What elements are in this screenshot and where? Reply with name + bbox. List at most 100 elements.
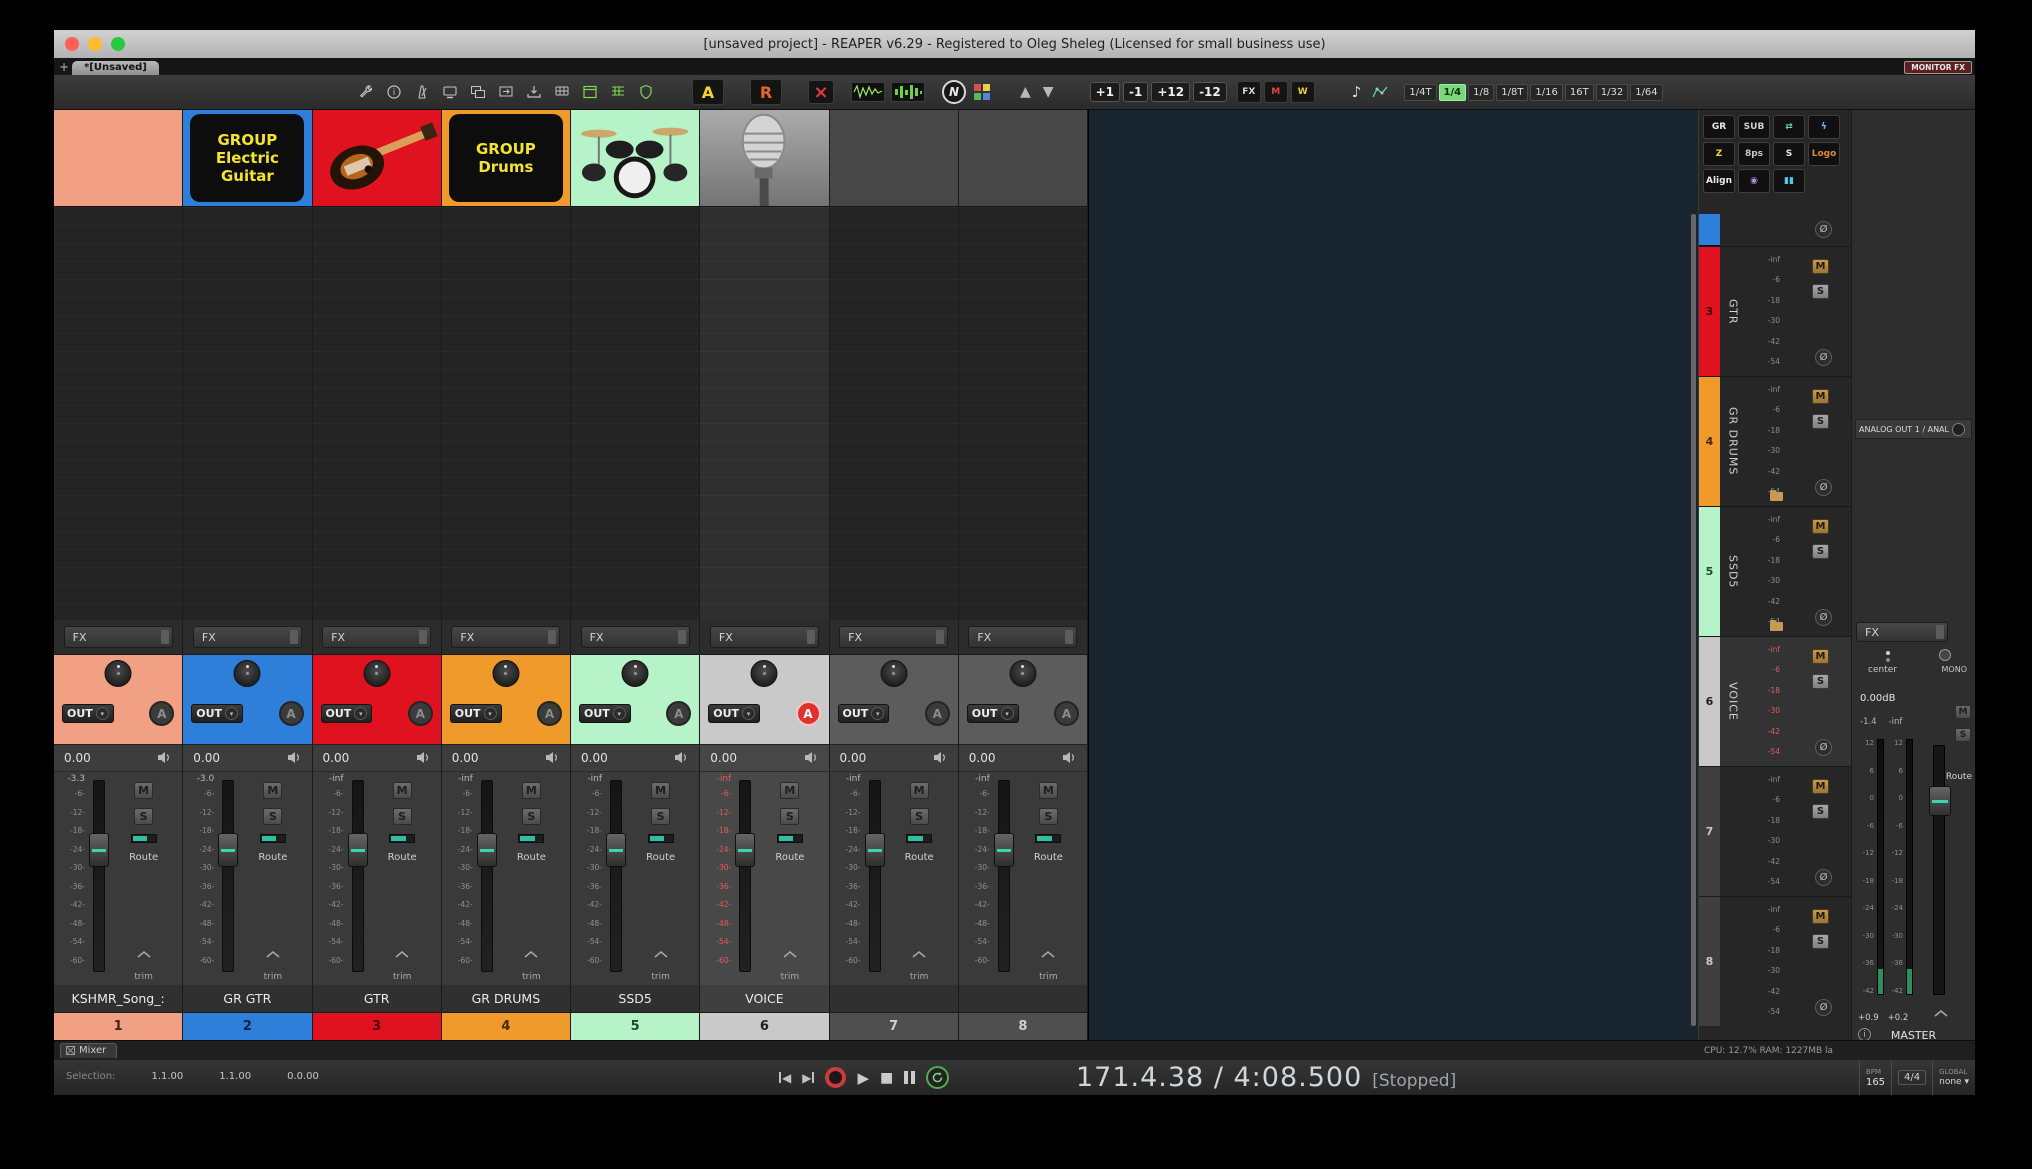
track-color-strip[interactable]: 8 [1699, 897, 1720, 1026]
track-lane-area[interactable] [313, 207, 441, 620]
screenset-icon[interactable] [494, 80, 518, 104]
mute-button[interactable]: M [910, 782, 929, 799]
fx-grip[interactable] [678, 630, 686, 644]
solo-button[interactable]: S [1812, 934, 1829, 949]
record-arm-button[interactable]: A [537, 701, 562, 726]
trim-knob[interactable] [653, 944, 669, 963]
arrange-view[interactable] [1088, 110, 1698, 1040]
fx-button[interactable]: FX [451, 626, 560, 648]
mute-button[interactable]: M [393, 782, 412, 799]
track-number[interactable]: 2 [183, 1013, 311, 1040]
minimize-button[interactable] [88, 37, 102, 51]
grid-division-16T[interactable]: 16T [1565, 84, 1594, 101]
record-arm-button[interactable]: A [796, 701, 821, 726]
master-fader[interactable] [1933, 745, 1945, 995]
volume-readout[interactable]: 0.00 [581, 751, 608, 765]
route-button[interactable]: Route [646, 852, 675, 863]
track-color-strip[interactable]: 3 [1699, 247, 1720, 376]
stop-button[interactable]: ■ [880, 1070, 893, 1086]
volume-readout[interactable]: 0.00 [64, 751, 91, 765]
grid-division-1/64[interactable]: 1/64 [1630, 84, 1662, 101]
fx-grip[interactable] [419, 630, 427, 644]
track-icon[interactable] [313, 110, 441, 207]
pan-knob[interactable] [622, 660, 649, 687]
solo-button[interactable]: S [780, 808, 799, 825]
nudge-button--12[interactable]: -12 [1193, 82, 1227, 102]
fader-handle[interactable] [477, 833, 497, 867]
master-fx-icon-8[interactable]: Align [1703, 169, 1735, 193]
master-fx-icon-9[interactable]: ◉ [1738, 169, 1770, 193]
master-trim-knob[interactable] [1933, 1003, 1949, 1022]
volume-fader[interactable] [481, 780, 493, 972]
color-palette-icon[interactable] [970, 80, 994, 104]
master-solo-button[interactable]: S [1955, 728, 1971, 742]
mute-button[interactable]: M [1812, 909, 1829, 924]
nav-up-button[interactable]: ▲ [1016, 84, 1035, 100]
trim-knob[interactable] [523, 944, 539, 963]
pan-knob[interactable] [234, 660, 261, 687]
output-dropdown-icon[interactable]: ▾ [96, 707, 109, 720]
route-button[interactable]: Route [258, 852, 287, 863]
solo-button[interactable]: S [1812, 674, 1829, 689]
letter-a-icon[interactable]: A [692, 79, 724, 105]
track-name-vertical[interactable] [1720, 897, 1746, 1026]
record-button[interactable] [825, 1067, 846, 1088]
nudge-button-+1[interactable]: +1 [1090, 82, 1120, 102]
phase-button[interactable]: Ø [1815, 349, 1832, 366]
track-lane-area[interactable] [442, 207, 570, 620]
grid-division-1/8[interactable]: 1/8 [1468, 84, 1494, 101]
output-button[interactable]: OUT▾ [450, 704, 502, 723]
trim-knob[interactable] [265, 944, 281, 963]
master-volume-readout[interactable]: 0.00dB [1860, 693, 1895, 704]
track-name[interactable]: VOICE [700, 985, 828, 1013]
volume-fader[interactable] [998, 780, 1010, 972]
matrix-icon[interactable] [606, 80, 630, 104]
route-button[interactable]: Route [1034, 852, 1063, 863]
solo-button[interactable]: S [1812, 414, 1829, 429]
mixer-dock-tab[interactable]: Mixer [60, 1043, 117, 1058]
fx-grip[interactable] [1936, 625, 1944, 639]
phase-button[interactable]: Ø [1815, 739, 1832, 756]
output-button[interactable]: OUT▾ [191, 704, 243, 723]
output-dropdown-icon[interactable]: ▾ [871, 707, 884, 720]
solo-button[interactable]: S [263, 808, 282, 825]
selection-length[interactable]: 0.0.00 [287, 1071, 319, 1082]
output-button[interactable]: OUT▾ [708, 704, 760, 723]
phase-button[interactable]: Ø [1815, 999, 1832, 1016]
volume-fader[interactable] [93, 780, 105, 972]
master-fx-icon-3[interactable]: ϟ [1808, 115, 1840, 139]
volume-readout[interactable]: 0.00 [840, 751, 867, 765]
output-button[interactable]: OUT▾ [838, 704, 890, 723]
play-button[interactable]: ▶ [857, 1069, 869, 1087]
fader-handle[interactable] [606, 833, 626, 867]
record-arm-button[interactable]: A [279, 701, 304, 726]
master-fader-handle[interactable] [1929, 786, 1951, 816]
wrench-icon[interactable] [354, 80, 378, 104]
toolbar-tile-m[interactable]: M [1264, 81, 1288, 103]
output-dropdown-icon[interactable]: ▾ [484, 707, 497, 720]
track-icon[interactable] [571, 110, 699, 207]
shield-icon[interactable] [634, 80, 658, 104]
fx-grip[interactable] [290, 630, 298, 644]
volume-fader[interactable] [739, 780, 751, 972]
output-dropdown-icon[interactable]: ▾ [225, 707, 238, 720]
mute-button[interactable]: M [1812, 519, 1829, 534]
grid-division-1/8T[interactable]: 1/8T [1496, 84, 1528, 101]
trim-knob[interactable] [394, 944, 410, 963]
track-number[interactable]: 4 [442, 1013, 570, 1040]
fader-handle[interactable] [994, 833, 1014, 867]
route-button[interactable]: Route [517, 852, 546, 863]
master-output-button[interactable]: ANALOG OUT 1 / ANAL [1855, 419, 1972, 439]
width-slider[interactable] [777, 834, 803, 843]
waveform-icon[interactable] [850, 80, 886, 104]
volume-fader[interactable] [222, 780, 234, 972]
track-icon[interactable]: GROUPElectricGuitar [183, 110, 311, 207]
master-fx-icon-6[interactable]: S [1773, 142, 1805, 166]
master-pan-knob[interactable] [1886, 651, 1890, 655]
route-button[interactable]: Route [775, 852, 804, 863]
solo-button[interactable]: S [910, 808, 929, 825]
solo-button[interactable]: S [522, 808, 541, 825]
width-slider[interactable] [518, 834, 544, 843]
track-icon[interactable] [830, 110, 958, 207]
track-lane-area[interactable] [571, 207, 699, 620]
